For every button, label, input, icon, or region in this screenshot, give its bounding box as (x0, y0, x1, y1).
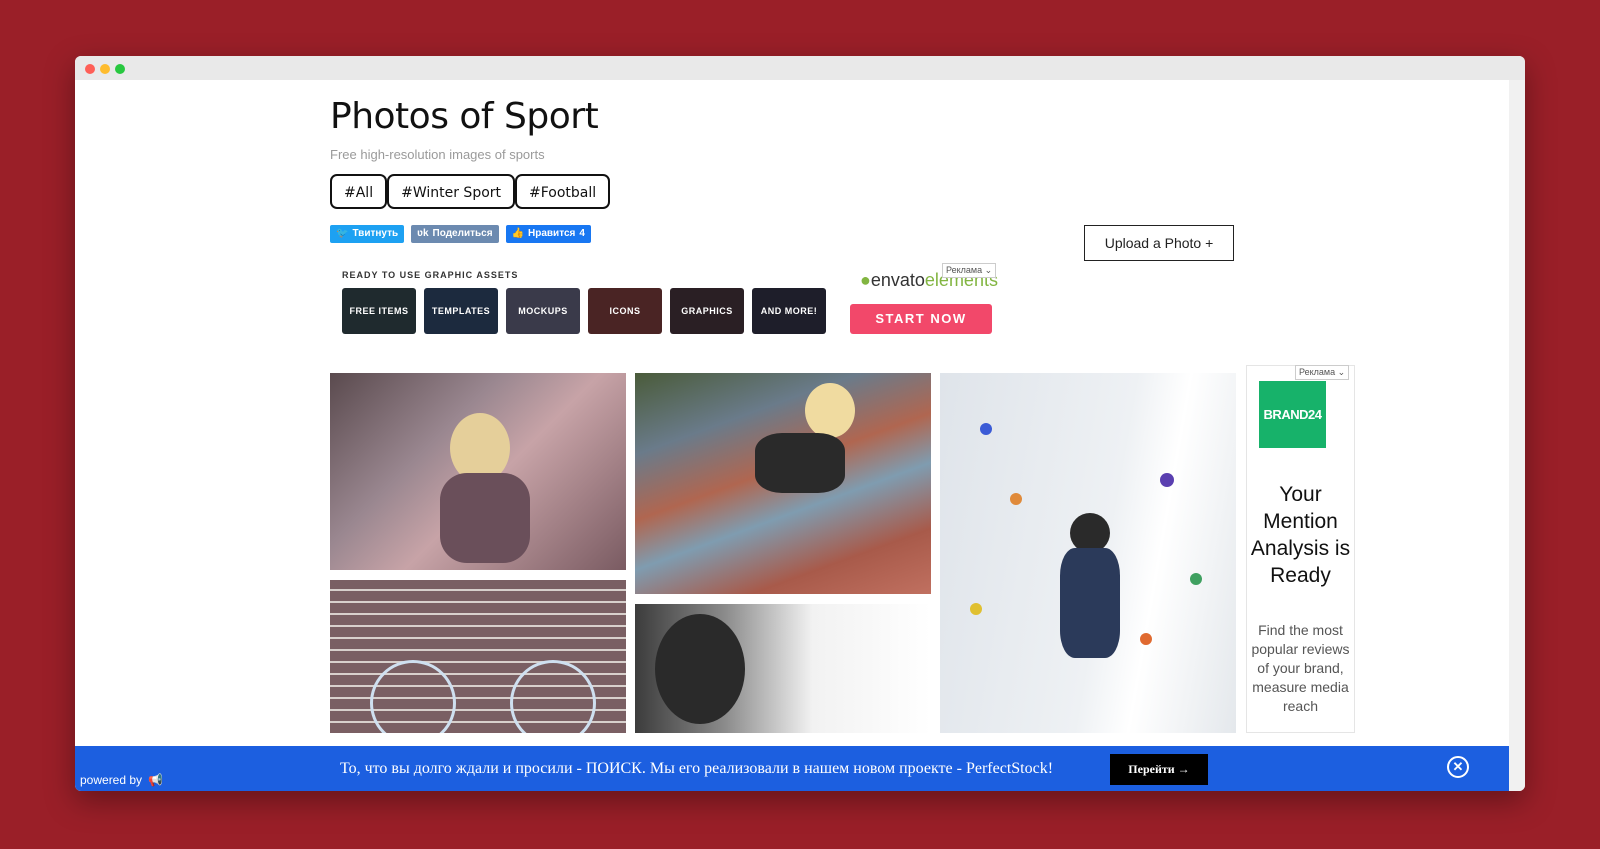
ad-label-text: Реклама (946, 265, 983, 275)
side-ad-headline: Your Mention Analysis is Ready (1250, 483, 1351, 587)
window-titlebar (75, 56, 1525, 80)
photo-rock-climbing[interactable] (940, 373, 1236, 733)
twitter-bird-icon: 🐦 (336, 228, 349, 239)
maximize-window-icon[interactable] (115, 64, 125, 74)
tag-winter-sport[interactable]: #Winter Sport (387, 174, 516, 209)
photo-athlete-bw[interactable] (635, 604, 931, 733)
minimize-window-icon[interactable] (100, 64, 110, 74)
ad-label-text: Реклама (1299, 367, 1336, 377)
vk-icon: ʋk (417, 228, 429, 239)
tag-filter-bar: #All #Winter Sport #Football (330, 174, 611, 209)
photo-gym-workout[interactable] (330, 373, 626, 570)
vk-share-button[interactable]: ʋk Поделиться (411, 225, 499, 243)
photo-bicycle-brick-wall[interactable] (330, 580, 626, 733)
photo-subject-body (1060, 548, 1120, 658)
chevron-down-icon: ⌄ (1337, 367, 1346, 377)
envato-tile-graphics[interactable]: GRAPHICS (670, 288, 744, 334)
photo-subject (655, 614, 745, 724)
promo-bottom-bar: powered by 📢 То, что вы долго ждали и пр… (75, 746, 1509, 791)
close-window-icon[interactable] (85, 64, 95, 74)
envato-ad-heading: READY TO USE GRAPHIC ASSETS (342, 270, 519, 280)
tweet-label: Твитнуть (352, 228, 399, 239)
brand24-side-ad[interactable]: Реклама ⌄ BRAND24 Your Mention Analysis … (1246, 365, 1355, 733)
envato-tile-and-more[interactable]: AND MORE! (752, 288, 826, 334)
facebook-like-button[interactable]: 👍 Нравится 4 (505, 225, 591, 243)
tweet-button[interactable]: 🐦 Твитнуть (330, 225, 405, 243)
climbing-hold (1160, 473, 1174, 487)
powered-by[interactable]: powered by 📢 (80, 773, 163, 787)
photo-subject (1070, 513, 1110, 553)
page-content: Photos of Sport Free high-resolution ima… (75, 80, 1509, 791)
brand24-logo: BRAND24 (1259, 381, 1326, 448)
climbing-hold (970, 603, 982, 615)
envato-ad-label[interactable]: Реклама ⌄ (942, 263, 997, 278)
start-now-button[interactable]: START NOW (850, 304, 992, 334)
envato-ad-tiles: FREE ITEMS TEMPLATES MOCKUPS ICONS GRAPH… (342, 288, 826, 334)
envato-logo-text: envato (870, 270, 925, 290)
vk-share-label: Поделиться (432, 228, 493, 239)
tag-football[interactable]: #Football (515, 174, 611, 209)
photo-subject-body (440, 473, 530, 563)
climbing-hold (1140, 633, 1152, 645)
photo-subject (805, 383, 855, 438)
envato-tile-icons[interactable]: ICONS (588, 288, 662, 334)
facebook-like-count: 4 (579, 228, 585, 239)
bicycle-wheel (370, 660, 456, 733)
scrollbar[interactable] (1509, 80, 1525, 791)
powered-by-label: powered by (80, 773, 143, 787)
bicycle-wheel (510, 660, 596, 733)
photo-subject-body (755, 433, 845, 493)
envato-tile-templates[interactable]: TEMPLATES (424, 288, 498, 334)
side-ad-body: Find the most popular reviews of your br… (1251, 622, 1350, 714)
climbing-hold (1190, 573, 1202, 585)
facebook-like-label: Нравится (528, 228, 576, 239)
tag-all[interactable]: #All (330, 174, 388, 209)
go-button[interactable]: Перейти → (1110, 754, 1208, 785)
close-icon[interactable]: ✕ (1447, 756, 1469, 778)
share-buttons: 🐦 Твитнуть ʋk Поделиться 👍 Нравится 4 (330, 225, 591, 243)
promo-message: То, что вы долго ждали и просили - ПОИСК… (340, 760, 1054, 777)
envato-tile-free-items[interactable]: FREE ITEMS (342, 288, 416, 334)
climbing-hold (1010, 493, 1022, 505)
envato-tile-mockups[interactable]: MOCKUPS (506, 288, 580, 334)
photo-sprinter-start[interactable] (635, 373, 931, 594)
chevron-down-icon: ⌄ (984, 265, 993, 275)
envato-leaf-icon: ● (860, 270, 871, 290)
climbing-hold (980, 423, 992, 435)
envato-banner-ad[interactable]: READY TO USE GRAPHIC ASSETS FREE ITEMS T… (330, 262, 1020, 342)
page-subtitle: Free high-resolution images of sports (330, 147, 545, 162)
page-title: Photos of Sport (330, 96, 599, 137)
thumbs-up-icon: 👍 (511, 228, 525, 239)
browser-window: Photos of Sport Free high-resolution ima… (75, 56, 1525, 791)
upload-photo-button[interactable]: Upload a Photo + (1084, 225, 1234, 261)
side-ad-label[interactable]: Реклама ⌄ (1295, 365, 1350, 380)
megaphone-icon: 📢 (148, 773, 163, 787)
